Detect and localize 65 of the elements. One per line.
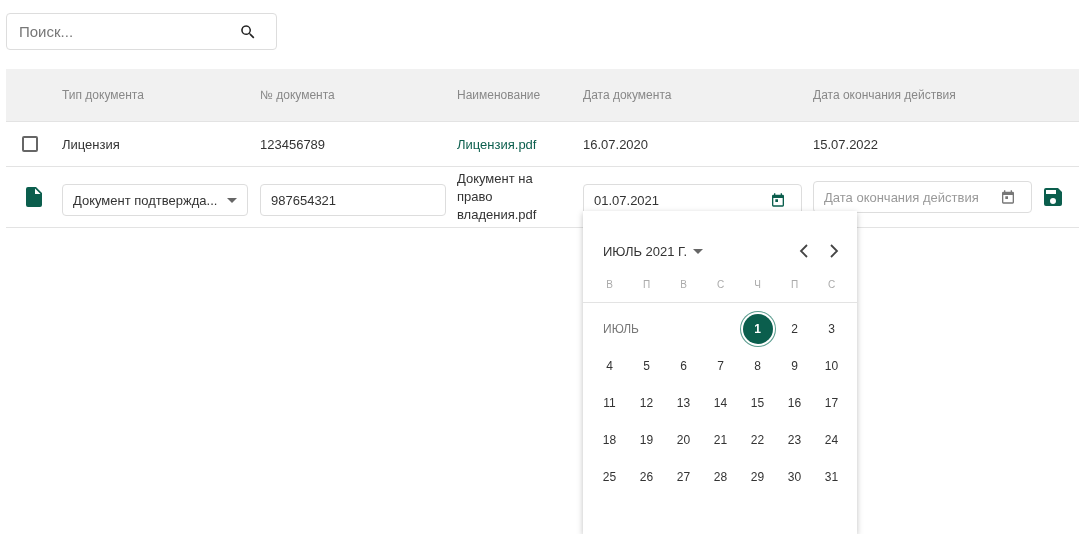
day-button[interactable]: 4: [594, 350, 625, 381]
weekday-label: П: [789, 278, 800, 292]
previous-icon[interactable]: [799, 244, 809, 258]
day-button[interactable]: 21: [705, 424, 736, 455]
weekday-label: С: [826, 278, 837, 292]
day-button[interactable]: 17: [816, 387, 847, 418]
day-button[interactable]: 31: [816, 461, 847, 492]
day-button[interactable]: 15: [742, 387, 773, 418]
weekday-label: В: [679, 278, 688, 292]
day-button[interactable]: 3: [816, 313, 847, 344]
file-name: Документ на право владения.pdf: [457, 170, 538, 224]
day-button[interactable]: 2: [779, 313, 810, 344]
checkbox[interactable]: [22, 136, 38, 152]
day-button[interactable]: 10: [816, 350, 847, 381]
save-icon[interactable]: [1044, 188, 1062, 206]
day-button[interactable]: 14: [705, 387, 736, 418]
day-button[interactable]: 11: [594, 387, 625, 418]
day-button[interactable]: 24: [816, 424, 847, 455]
day-button[interactable]: 5: [631, 350, 662, 381]
column-header: Наименование: [457, 88, 542, 102]
day-button[interactable]: 30: [779, 461, 810, 492]
table-cell-text: 15.07.2022: [813, 136, 880, 152]
day-button[interactable]: 22: [742, 424, 773, 455]
column-header: Дата окончания действия: [813, 88, 957, 102]
day-button[interactable]: 18: [594, 424, 625, 455]
next-icon[interactable]: [829, 244, 839, 258]
day-button[interactable]: 20: [668, 424, 699, 455]
day-button[interactable]: 13: [668, 387, 699, 418]
calendar-icon[interactable]: [770, 192, 786, 208]
weekday-label: С: [715, 278, 726, 292]
column-header: Дата документа: [583, 88, 673, 102]
caret-icon: [693, 248, 704, 254]
weekday-label: П: [641, 278, 652, 292]
month-label: ИЮЛЬ: [602, 321, 640, 336]
column-header: Тип документа: [62, 88, 145, 102]
day-button[interactable]: 12: [631, 387, 662, 418]
day-button[interactable]: 1: [742, 313, 773, 344]
weekday-label: В: [605, 278, 614, 292]
column-header: № документа: [260, 88, 336, 102]
file-icon: [26, 187, 42, 207]
day-button[interactable]: 25: [594, 461, 625, 492]
day-button[interactable]: 23: [779, 424, 810, 455]
day-button[interactable]: 19: [631, 424, 662, 455]
day-button[interactable]: 27: [668, 461, 699, 492]
day-button[interactable]: 7: [705, 350, 736, 381]
day-button[interactable]: 28: [705, 461, 736, 492]
day-button[interactable]: 8: [742, 350, 773, 381]
day-button[interactable]: 29: [742, 461, 773, 492]
type-dropdown[interactable]: Документ подтвержда...: [62, 184, 248, 216]
number-field[interactable]: 987654321: [260, 184, 446, 216]
calendar-icon[interactable]: [1000, 189, 1016, 205]
file-link[interactable]: Лицензия.pdf: [457, 136, 583, 152]
day-button[interactable]: 6: [668, 350, 699, 381]
day-button[interactable]: 26: [631, 461, 662, 492]
search-icon[interactable]: [239, 22, 257, 41]
caret-icon: [227, 197, 237, 203]
table-cell-text: 16.07.2020: [583, 136, 650, 152]
end-date-field[interactable]: Дата окончания действия: [813, 181, 1032, 213]
table-cell-text: 123456789: [260, 136, 327, 152]
day-button[interactable]: 16: [779, 387, 810, 418]
table-cell-text: Лицензия: [62, 136, 121, 152]
search-field[interactable]: Поиск...: [6, 13, 277, 50]
weekday-label: Ч: [753, 278, 762, 292]
month-year-selector[interactable]: ИЮЛЬ 2021 Г.: [603, 243, 704, 259]
day-button[interactable]: 9: [779, 350, 810, 381]
